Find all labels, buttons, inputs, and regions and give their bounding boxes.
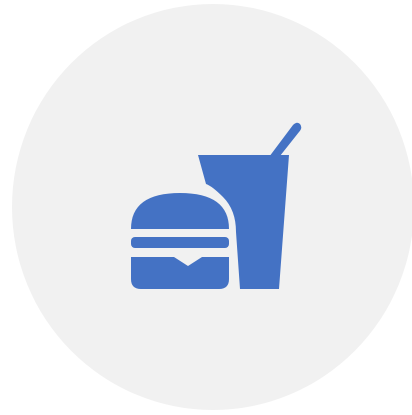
burger-bun-bottom-icon bbox=[131, 257, 229, 289]
burger-patty-icon bbox=[131, 237, 229, 248]
burger-bun-top-icon bbox=[131, 193, 229, 229]
fast-food-icon bbox=[131, 122, 302, 289]
app-icon-tile bbox=[0, 0, 412, 415]
